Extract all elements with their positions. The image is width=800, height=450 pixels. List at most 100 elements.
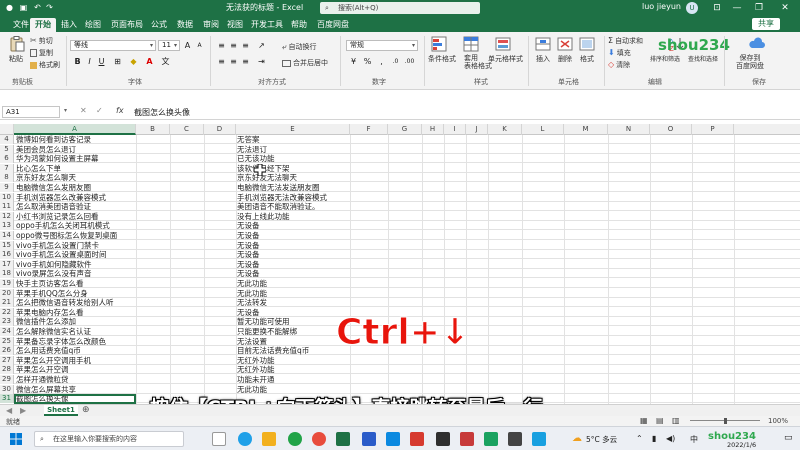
column-header[interactable]: J — [466, 124, 488, 135]
delete-cells-icon[interactable] — [556, 36, 574, 52]
chrome-icon[interactable] — [312, 432, 326, 446]
close-icon[interactable]: ✕ — [776, 1, 794, 15]
cell-question[interactable]: 美团会员怎么退订 — [16, 145, 76, 154]
row-header[interactable]: 4 — [0, 135, 14, 144]
edge-icon[interactable] — [238, 432, 252, 446]
cell-answer[interactable]: 无红外功能 — [237, 356, 275, 365]
weather-text[interactable]: 5°C 多云 — [586, 434, 617, 445]
row-header[interactable]: 17 — [0, 259, 14, 269]
delete-button[interactable]: 删除 — [558, 54, 572, 64]
app-icon[interactable] — [436, 432, 450, 446]
chevron-down-icon[interactable]: ▾ — [64, 107, 67, 114]
wrap-text-button[interactable]: ⤶ 自动换行 — [282, 42, 316, 52]
app-icon[interactable] — [410, 432, 424, 446]
cell-question[interactable]: 手机浏览器怎么改兼容模式 — [16, 193, 106, 202]
cell-question[interactable]: vivo手机怎么设置门禁卡 — [16, 241, 99, 250]
cell-question[interactable]: 苹果手机QQ怎么分身 — [16, 289, 88, 298]
cell-answer[interactable]: 目前无法话费充值q币 — [237, 346, 309, 355]
row-header[interactable]: 20 — [0, 288, 14, 298]
insert-function-button[interactable]: fx — [116, 106, 124, 115]
cell-answer[interactable]: 无设备 — [237, 260, 260, 269]
conditional-format-icon[interactable] — [430, 36, 448, 52]
cell-question[interactable]: 电脑微信怎么发朋友圈 — [16, 183, 91, 192]
cell-answer[interactable]: 无设备 — [237, 250, 260, 259]
align-bottom-icon[interactable]: ≡ — [240, 40, 251, 51]
enter-icon[interactable]: ✓ — [96, 106, 103, 115]
decrease-font-icon[interactable]: A — [194, 40, 205, 51]
excel-taskbar-icon[interactable] — [336, 432, 350, 446]
cell-question[interactable]: 微信插件怎么添加 — [16, 317, 76, 326]
merge-center-button[interactable]: 合并后居中 — [282, 58, 328, 68]
column-header[interactable]: I — [444, 124, 466, 135]
font-color-icon[interactable]: A — [144, 56, 155, 67]
insert-button[interactable]: 插入 — [536, 54, 550, 64]
add-sheet-icon[interactable]: ⊕ — [82, 405, 90, 416]
network-icon[interactable]: ▮ — [652, 434, 656, 443]
cell-question[interactable]: 苹果电脑内存怎么看 — [16, 308, 84, 317]
align-center-icon[interactable]: ≡ — [228, 56, 239, 67]
row-header[interactable]: 21 — [0, 298, 14, 308]
phonetic-icon[interactable]: 文 — [160, 56, 171, 67]
row-header[interactable]: 24 — [0, 327, 14, 336]
tab-page-layout[interactable]: 页面布局 — [106, 18, 148, 32]
app-icon[interactable] — [362, 432, 376, 446]
prev-sheet-icon[interactable]: ◀ — [6, 405, 12, 416]
cell-answer[interactable]: 无红外功能 — [237, 365, 275, 374]
row-header[interactable]: 31 — [0, 394, 14, 404]
search-input[interactable]: ⌕ 搜索(Alt+Q) — [320, 2, 480, 14]
format-painter-button[interactable]: 格式刷 — [30, 60, 60, 70]
cell-answer[interactable]: 电脑微信无法发送朋友圈 — [237, 183, 320, 192]
cell-answer[interactable]: 无设备 — [237, 269, 260, 278]
autosave-icon[interactable]: ● — [4, 2, 15, 13]
restore-icon[interactable]: ❐ — [750, 1, 768, 15]
number-format-select[interactable]: 常规 ▾ — [346, 40, 418, 51]
cell-question[interactable]: 华为鸿蒙如何设置主屏幕 — [16, 154, 99, 163]
row-header[interactable]: 9 — [0, 183, 14, 192]
notification-icon[interactable]: ▭ — [784, 433, 793, 443]
formula-input[interactable]: 截图怎么换头像 — [134, 107, 190, 118]
cell-answer[interactable]: 已无该功能 — [237, 154, 275, 163]
app-icon[interactable] — [460, 432, 474, 446]
cell-answer[interactable]: 无答案 — [237, 135, 260, 144]
cell-answer[interactable]: 无法转发 — [237, 298, 267, 307]
align-middle-icon[interactable]: ≡ — [228, 40, 239, 51]
row-header[interactable]: 15 — [0, 240, 14, 250]
windows-start-icon[interactable] — [10, 433, 22, 445]
row-header[interactable]: 10 — [0, 192, 14, 202]
tab-help[interactable]: 帮助 — [286, 18, 312, 32]
column-header[interactable]: G — [388, 124, 422, 135]
row-header[interactable]: 22 — [0, 307, 14, 317]
user-name[interactable]: luo jieyun — [642, 2, 681, 11]
normal-view-icon[interactable]: ▦ — [640, 416, 648, 425]
minimize-icon[interactable]: — — [728, 1, 746, 15]
wechat-icon[interactable] — [288, 432, 302, 446]
file-explorer-icon[interactable] — [262, 432, 276, 446]
row-header[interactable]: 6 — [0, 154, 14, 164]
cell-answer[interactable]: 功能未开通 — [237, 375, 275, 384]
cell-question[interactable]: 快手主页访客怎么看 — [16, 279, 84, 288]
save-icon[interactable]: ▣ — [18, 2, 29, 13]
column-header[interactable]: N — [608, 124, 650, 135]
italic-button[interactable]: I — [84, 56, 95, 67]
sort-filter-button[interactable]: 排序和筛选 — [650, 54, 680, 63]
taskbar-search-input[interactable]: ⌕ 在这里输入你要搜索的内容 — [34, 431, 184, 447]
cell-answer[interactable]: 没有上线此功能 — [237, 212, 290, 221]
ime-icon[interactable]: 中 — [690, 434, 698, 445]
cell-answer[interactable]: 京东好友无法聊天 — [237, 173, 297, 182]
align-top-icon[interactable]: ≡ — [216, 40, 227, 51]
avatar[interactable]: U — [686, 2, 698, 14]
align-right-icon[interactable]: ≡ — [240, 56, 251, 67]
taskbar-date[interactable]: 2022/1/6 — [727, 441, 756, 449]
fill-button[interactable]: ⬇ 填充 — [608, 48, 631, 58]
row-header[interactable]: 5 — [0, 144, 14, 154]
tab-view[interactable]: 视图 — [222, 18, 248, 32]
borders-icon[interactable]: ⊞ — [112, 56, 123, 67]
column-header[interactable]: D — [204, 124, 236, 135]
cell-question[interactable]: vivo手机如何隐藏软件 — [16, 260, 92, 269]
row-header[interactable]: 11 — [0, 202, 14, 212]
align-left-icon[interactable]: ≡ — [216, 56, 227, 67]
font-name-select[interactable]: 等线 ▾ — [70, 40, 156, 51]
column-header[interactable]: H — [422, 124, 444, 135]
cell-answer[interactable]: 只能更换不能解绑 — [237, 327, 297, 336]
column-header[interactable]: L — [522, 124, 564, 135]
